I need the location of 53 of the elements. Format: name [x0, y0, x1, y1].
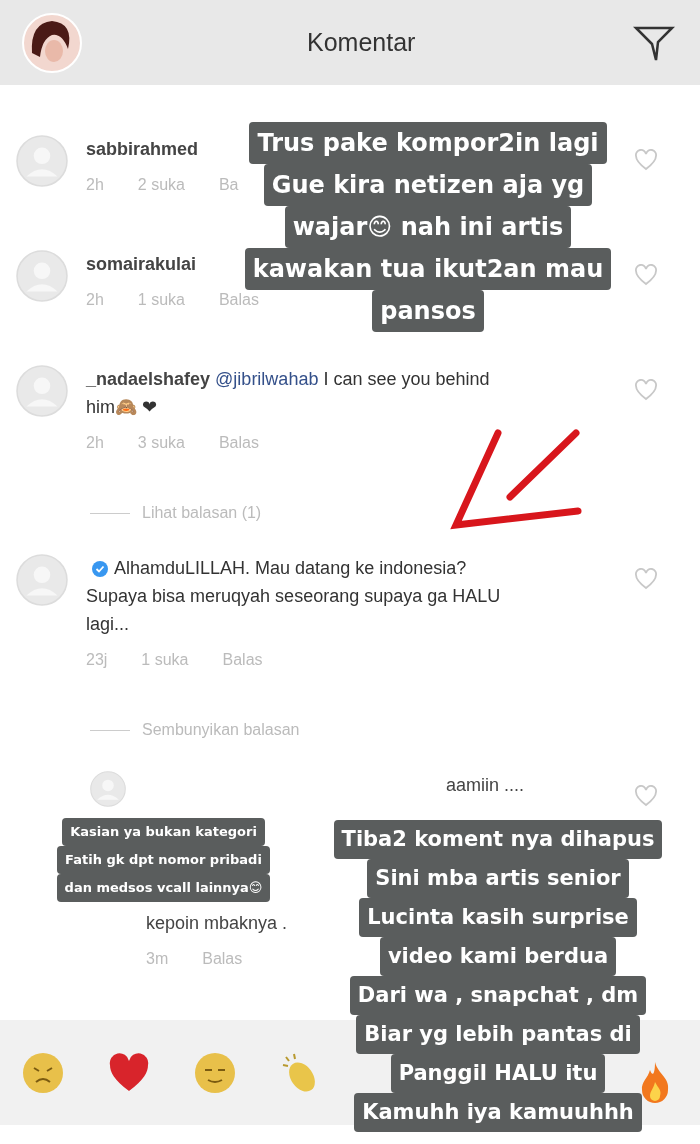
- reply-link[interactable]: Balas: [218, 433, 259, 453]
- reply-link[interactable]: Ba: [218, 175, 239, 195]
- heart-icon[interactable]: [634, 264, 658, 286]
- caption-text: Tiba2 koment nya dihapus: [333, 820, 663, 859]
- heart-icon[interactable]: [634, 149, 658, 171]
- reply-link[interactable]: Balas: [222, 650, 263, 670]
- profile-avatar[interactable]: [22, 12, 82, 73]
- caption-text: video kami berdua: [379, 937, 617, 976]
- caption-text: wajar😊 nah ini artis: [284, 206, 572, 248]
- heart-emoji-icon[interactable]: [108, 1052, 150, 1093]
- heart-icon[interactable]: [634, 785, 658, 807]
- replies-toggle[interactable]: Sembunyikan balasan: [142, 721, 300, 739]
- emoji-face-icon[interactable]: [22, 1051, 64, 1094]
- replies-toggle[interactable]: Lihat balasan (1): [142, 504, 262, 522]
- comment-time: 2h: [86, 433, 104, 453]
- comment-text: sabbirahmed: [86, 138, 199, 161]
- like-count[interactable]: 2 suka: [137, 175, 185, 195]
- page-title: Komentar: [307, 28, 417, 57]
- caption-text: kawakan tua ikut2an mau: [244, 248, 612, 290]
- reply-link[interactable]: Balas: [202, 949, 243, 969]
- caption-text: Lucinta kasih surprise: [359, 898, 637, 937]
- comment-text: AlhamduLILLAH. Mau datang ke indonesia? Supaya bisa meruqyah seseorang supaya ga HALU lagi...: [86, 557, 502, 636]
- caption-text: Biar yg lebih pantas di: [356, 1015, 640, 1054]
- heart-icon[interactable]: [634, 379, 658, 401]
- caption-text: Fatih gk dpt nomor pribadi: [57, 846, 270, 874]
- caption-text: Panggil HALU itu: [390, 1054, 606, 1093]
- comment-time: 23j: [86, 650, 108, 670]
- caption-text: Kasian ya bukan kategori: [62, 818, 265, 846]
- comment-time: 3m: [146, 949, 169, 969]
- comment-time: 2h: [86, 175, 104, 195]
- comment-text: _nadaelshafey @jibrilwahab I can see you behind him🙈 ❤: [86, 368, 491, 419]
- like-count[interactable]: 1 suka: [137, 290, 185, 310]
- comment-time: 2h: [86, 290, 104, 310]
- caption-text: dan medsos vcall lainnya😊: [56, 874, 271, 902]
- comment-text: somairakulai: [86, 253, 197, 276]
- reply-text: kepoin mbaknya .: [146, 912, 288, 935]
- like-count[interactable]: 1 suka: [141, 650, 189, 670]
- reply-text: aamiin ....: [446, 774, 525, 797]
- caption-text: pansos: [372, 290, 484, 332]
- avatar[interactable]: [90, 771, 126, 807]
- reply-link[interactable]: Balas: [218, 290, 259, 310]
- caption-text: Gue kira netizen aja yg: [263, 164, 593, 206]
- caption-text: Trus pake kompor2in lagi: [249, 122, 607, 164]
- like-count[interactable]: 3 suka: [137, 433, 185, 453]
- avatar[interactable]: [16, 365, 68, 417]
- avatar[interactable]: [16, 554, 68, 606]
- heart-icon[interactable]: [634, 568, 658, 590]
- caption-text: Sini mba artis senior: [367, 859, 629, 898]
- caption-text: Kamuhh iya kamuuhhh: [354, 1093, 642, 1132]
- caption-text: Dari wa , snapchat , dm: [349, 976, 647, 1015]
- emoji-face-icon[interactable]: [194, 1051, 236, 1094]
- avatar[interactable]: [16, 135, 68, 187]
- avatar[interactable]: [16, 250, 68, 302]
